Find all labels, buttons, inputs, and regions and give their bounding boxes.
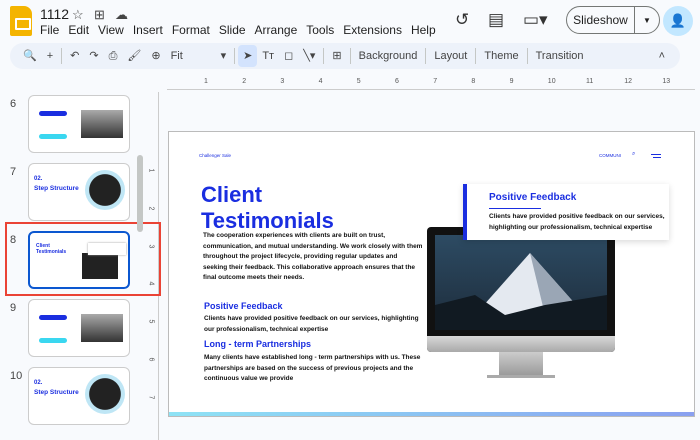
slide-footer-bar	[169, 412, 694, 416]
toolbar: 🔍 + ↶ ↷ ⎙ 🖌 ⊕ Fit ▾ ➤ Tт ◻ ╲▾ ⊞ Backgrou…	[10, 43, 680, 69]
shape-icon[interactable]: ◻	[279, 45, 298, 67]
thumb-sub: 02.	[34, 380, 43, 386]
menu-file[interactable]: File	[40, 23, 59, 37]
zoom-icon[interactable]: ⊕	[146, 45, 165, 67]
layout-button[interactable]: Layout	[429, 45, 472, 67]
zoom-select[interactable]: Fit	[166, 45, 216, 67]
section1-text: Clients have provided positive feedback …	[204, 315, 419, 333]
cloud-status-icon[interactable]: ☁	[115, 7, 128, 23]
theme-button[interactable]: Theme	[479, 45, 523, 67]
ruler-tick-label: 2	[242, 78, 247, 85]
slide-thumbnail-9[interactable]	[28, 299, 130, 357]
section2-title: Long - term Partnerships	[204, 339, 312, 349]
collapse-toolbar-icon[interactable]: ˄	[654, 45, 670, 67]
ruler-tick-label: 1	[147, 168, 155, 173]
slideshow-button[interactable]: Slideshow ▼	[566, 6, 660, 34]
version-history-icon[interactable]: ↺	[455, 10, 469, 30]
ruler-tick-label: 10	[547, 78, 556, 85]
ruler-tick-label: 7	[433, 78, 438, 85]
comments-icon[interactable]: ▤	[488, 10, 504, 30]
doc-title[interactable]: 1112	[40, 6, 69, 22]
slideshow-label[interactable]: Slideshow	[567, 7, 635, 33]
meet-icon[interactable]: ▭▾	[523, 10, 548, 30]
slide-thumbnail-7[interactable]: 02. Step Structure	[28, 163, 130, 221]
select-icon[interactable]: ➤	[238, 45, 258, 67]
horizontal-ruler[interactable]: 1 2 3 4 5 6 7 8 9 10 11 12 13	[167, 76, 695, 90]
selection-highlight	[5, 222, 161, 296]
menu-slide[interactable]: Slide	[219, 23, 246, 37]
ruler-tick-label: 5	[356, 78, 361, 85]
ruler-tick-label: 4	[318, 78, 323, 85]
search-menus-icon[interactable]: 🔍	[18, 45, 42, 67]
section2-text: Many clients have established long - ter…	[204, 354, 421, 382]
thumb-number: 10	[10, 370, 23, 382]
card-title: Positive Feedback	[489, 192, 577, 203]
search-icon: ⌕	[632, 151, 636, 157]
title-line-1: Client	[201, 182, 263, 207]
ruler-tick-label: 13	[662, 78, 671, 85]
background-button[interactable]: Background	[354, 45, 423, 67]
ruler-tick-label: 3	[280, 78, 285, 85]
comment-add-icon[interactable]: ⊞	[327, 45, 346, 67]
menu-bar: File Edit View Insert Format Slide Arran…	[40, 23, 436, 37]
star-icon[interactable]: ☆	[72, 7, 84, 23]
ruler-tick-label: 2	[147, 206, 155, 211]
mountain-image	[435, 253, 607, 330]
thumb-number: 6	[10, 98, 17, 110]
ruler-tick-label: 11	[586, 78, 594, 85]
slides-logo[interactable]	[10, 6, 32, 36]
menu-help[interactable]: Help	[411, 23, 436, 37]
section1-title: Positive Feedback	[204, 301, 283, 311]
ruler-tick-label: 8	[471, 78, 476, 85]
menu-format[interactable]: Format	[172, 23, 210, 37]
menu-icon	[651, 154, 661, 155]
zoom-dropdown-icon[interactable]: ▾	[216, 45, 232, 67]
menu-arrange[interactable]: Arrange	[255, 23, 298, 37]
slide-canvas[interactable]: Challenger Sale COMMUNI ⌕ Client Testimon…	[168, 131, 695, 417]
card-text: Clients have provided positive feedback …	[489, 213, 665, 231]
print-icon[interactable]: ⎙	[104, 45, 123, 67]
slide-thumbnail-10[interactable]: 02. Step Structure	[28, 367, 130, 425]
ruler-tick-label: 9	[509, 78, 514, 85]
thumb-number: 9	[10, 302, 17, 314]
share-button[interactable]: 👤	[663, 6, 693, 36]
thumb-sub: 02.	[34, 176, 43, 182]
feedback-card: Positive Feedback Clients have provided …	[463, 184, 669, 240]
slide-thumbnail-6[interactable]	[28, 95, 130, 153]
slideshow-dropdown-icon[interactable]: ▼	[635, 16, 659, 25]
transition-button[interactable]: Transition	[531, 45, 589, 67]
thumb-number: 7	[10, 166, 17, 178]
menu-insert[interactable]: Insert	[133, 23, 163, 37]
filmstrip-scrollbar[interactable]	[137, 155, 143, 232]
menu-view[interactable]: View	[98, 23, 124, 37]
menu-edit[interactable]: Edit	[68, 23, 89, 37]
ruler-tick-label: 7	[147, 395, 155, 400]
brand-label: Challenger Sale	[199, 153, 232, 158]
ruler-tick-label: 6	[395, 78, 399, 85]
ruler-tick-label: 1	[204, 78, 208, 85]
new-slide-icon[interactable]: +	[42, 45, 58, 67]
intro-text: The cooperation experiences with clients…	[203, 232, 423, 281]
redo-icon[interactable]: ↷	[84, 45, 103, 67]
slide-title: Client Testimonials	[201, 182, 334, 234]
thumb-title: Step Structure	[34, 389, 79, 396]
menu-extensions[interactable]: Extensions	[343, 23, 402, 37]
move-folder-icon[interactable]: ⊞	[94, 7, 105, 23]
paint-format-icon[interactable]: 🖌	[122, 45, 146, 67]
thumb-title: Step Structure	[34, 185, 79, 192]
line-icon[interactable]: ╲▾	[298, 45, 320, 67]
ruler-tick-label: 5	[147, 319, 155, 324]
nav-label: COMMUNI	[599, 153, 621, 158]
ruler-tick-label: 6	[147, 357, 155, 362]
undo-icon[interactable]: ↶	[65, 45, 84, 67]
ruler-tick-label: 12	[624, 78, 632, 85]
menu-tools[interactable]: Tools	[306, 23, 334, 37]
monitor-image	[427, 227, 615, 352]
text-box-icon[interactable]: Tт	[257, 45, 279, 67]
